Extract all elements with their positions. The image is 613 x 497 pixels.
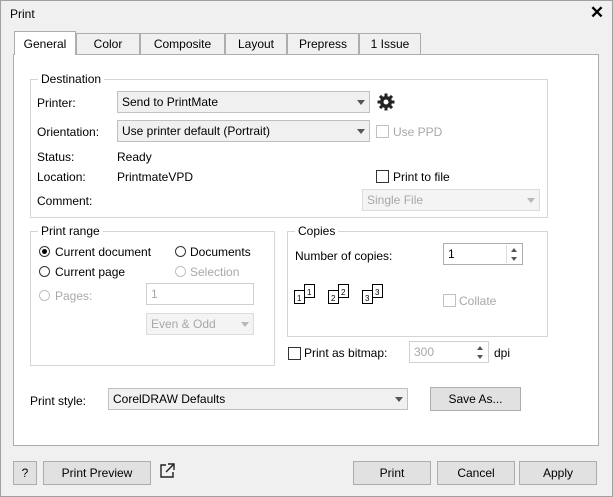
chevron-down-icon [527, 198, 535, 203]
printer-select[interactable]: Send to PrintMate [117, 91, 370, 113]
number-of-copies-label: Number of copies: [295, 249, 393, 263]
spin-up-icon[interactable] [473, 343, 487, 352]
collate-label: Collate [459, 294, 497, 308]
selection-label: Selection [190, 265, 240, 279]
pages-label: Pages: [55, 289, 93, 303]
use-ppd-label: Use PPD [393, 125, 443, 139]
print-as-bitmap-label: Print as bitmap: [304, 346, 388, 360]
print-dialog: Print ✕ General Color Composite Layout P… [0, 0, 613, 497]
cancel-button[interactable]: Cancel [437, 461, 515, 485]
location-value: PrintmateVPD [117, 170, 194, 184]
collate-pages-icon: 1 1 2 2 3 3 [294, 284, 394, 314]
tab-layout[interactable]: Layout [225, 33, 287, 54]
print-to-file-checkbox[interactable] [376, 170, 389, 183]
status-value: Ready [117, 150, 152, 164]
save-as-button[interactable]: Save As... [430, 387, 521, 411]
print-style-label: Print style: [30, 394, 87, 408]
print-to-file-label: Print to file [393, 170, 450, 184]
dpi-unit-label: dpi [494, 346, 511, 360]
apply-button[interactable]: Apply [519, 461, 597, 485]
location-label: Location: [37, 170, 86, 184]
print-style-select[interactable]: CorelDRAW Defaults [108, 388, 408, 410]
file-mode-select[interactable]: Single File [362, 189, 540, 211]
documents-radio[interactable] [175, 246, 186, 257]
general-panel: Destination Printer: Send to PrintMate O… [13, 54, 599, 446]
tab-composite[interactable]: Composite [140, 33, 225, 54]
current-page-radio[interactable] [39, 266, 50, 277]
window-title: Print [10, 7, 35, 21]
pages-input[interactable]: 1 [146, 283, 254, 305]
chevron-down-icon [395, 397, 403, 402]
print-as-bitmap-checkbox[interactable] [288, 347, 301, 360]
selection-radio[interactable] [175, 266, 186, 277]
comment-label: Comment: [37, 194, 93, 208]
copies-group: Copies Number of copies: 1 1 1 2 2 3 3 C… [287, 224, 548, 337]
help-button[interactable]: ? [13, 461, 37, 485]
chevron-down-icon [241, 322, 249, 327]
use-ppd-checkbox[interactable] [376, 125, 389, 138]
printer-label: Printer: [37, 96, 76, 110]
print-range-group: Print range Current document Documents C… [30, 224, 275, 366]
documents-label: Documents [190, 245, 251, 259]
current-document-label: Current document [55, 245, 152, 259]
orientation-select[interactable]: Use printer default (Portrait) [117, 120, 370, 142]
spin-down-icon[interactable] [473, 352, 487, 361]
destination-group: Destination Printer: Send to PrintMate O… [30, 72, 548, 218]
close-icon[interactable]: ✕ [587, 3, 607, 23]
print-button[interactable]: Print [353, 461, 431, 485]
current-page-label: Current page [55, 265, 126, 279]
current-document-radio[interactable] [39, 246, 50, 257]
print-range-legend: Print range [38, 224, 103, 238]
spin-down-icon[interactable] [506, 254, 521, 263]
print-preview-button[interactable]: Print Preview [43, 461, 151, 485]
copies-legend: Copies [295, 224, 339, 238]
even-odd-select[interactable]: Even & Odd [146, 313, 254, 335]
external-window-icon[interactable] [158, 462, 176, 480]
status-label: Status: [37, 150, 75, 164]
orientation-label: Orientation: [37, 125, 100, 139]
pages-radio[interactable] [39, 290, 50, 301]
tab-issues[interactable]: 1 Issue [359, 33, 421, 54]
bitmap-dpi-stepper[interactable]: 300 [409, 341, 489, 363]
tab-prepress[interactable]: Prepress [287, 33, 359, 54]
tab-color[interactable]: Color [76, 33, 140, 54]
printer-settings-gear-icon[interactable] [376, 92, 396, 112]
destination-legend: Destination [38, 72, 105, 86]
chevron-down-icon [357, 100, 365, 105]
chevron-down-icon [357, 129, 365, 134]
tab-general[interactable]: General [14, 31, 76, 55]
spin-up-icon[interactable] [506, 245, 521, 254]
copies-stepper[interactable]: 1 [443, 243, 523, 265]
collate-checkbox[interactable] [443, 294, 456, 307]
